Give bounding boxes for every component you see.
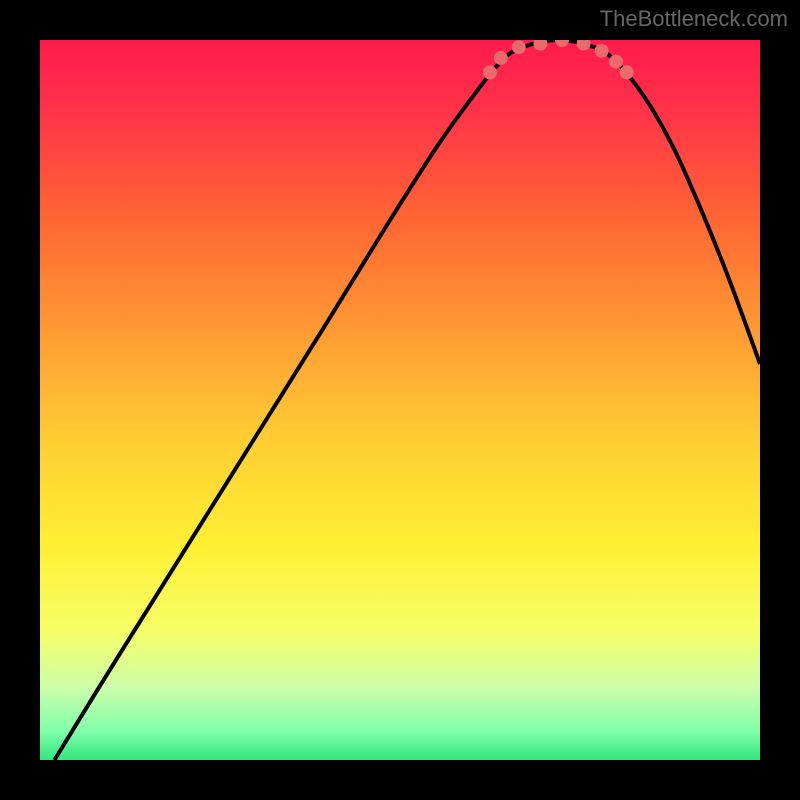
marker-dot [609,55,623,69]
marker-dot [595,44,609,58]
marker-dot [533,40,547,51]
attribution-text: TheBottleneck.com [600,6,788,32]
marker-dot [512,40,526,54]
chart-svg [40,40,760,760]
marker-dot [494,51,508,65]
plot-area [40,40,760,760]
marker-dot [483,65,497,79]
bottleneck-curve [54,40,760,760]
marker-dot [577,40,591,51]
marker-dot [620,65,634,79]
marker-dot [555,40,569,47]
optimal-markers [483,40,634,79]
